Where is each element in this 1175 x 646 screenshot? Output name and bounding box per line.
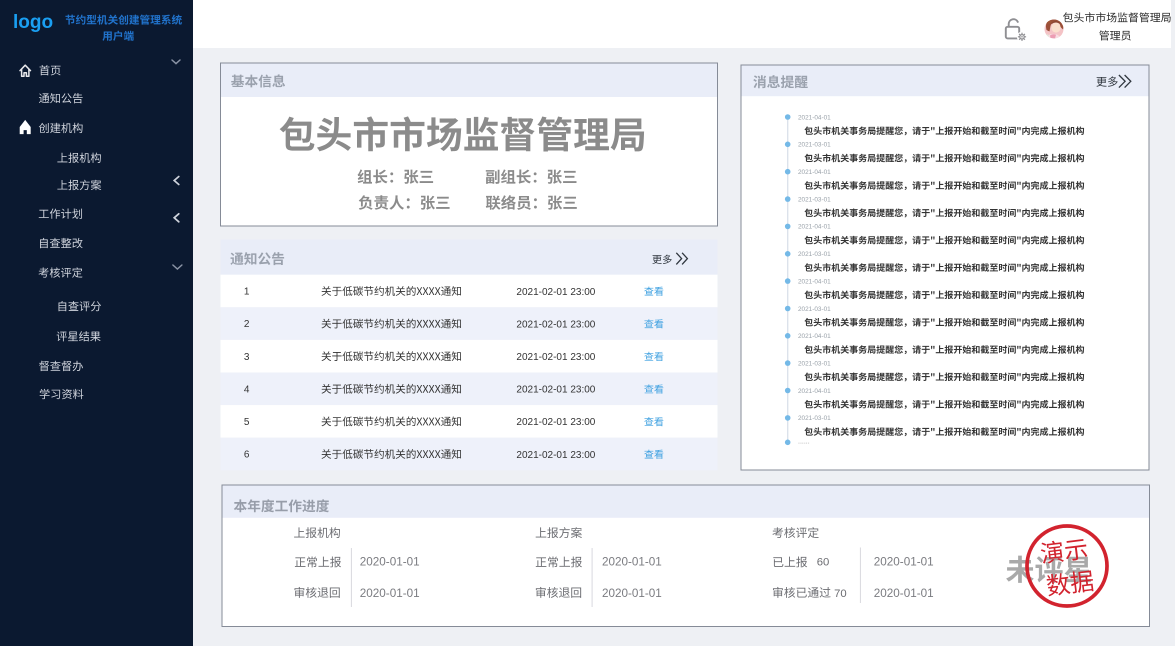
- svg-text:2021-03-01: 2021-03-01: [798, 306, 831, 313]
- svg-text:2021-04-01: 2021-04-01: [798, 333, 831, 340]
- svg-text:5: 5: [244, 417, 250, 428]
- svg-text:2020-01-01: 2020-01-01: [602, 556, 662, 569]
- svg-text:2020-01-01: 2020-01-01: [874, 587, 934, 600]
- svg-text:2021-04-01: 2021-04-01: [798, 388, 831, 395]
- svg-text:60: 60: [817, 557, 830, 569]
- svg-text:......: ......: [798, 439, 810, 446]
- svg-text:4: 4: [244, 384, 250, 395]
- svg-text:2020-01-01: 2020-01-01: [874, 556, 934, 569]
- svg-text:3: 3: [244, 352, 250, 363]
- svg-text:2021-03-01: 2021-03-01: [798, 142, 831, 149]
- svg-text:2020-01-01: 2020-01-01: [602, 587, 662, 600]
- svg-text:2021-04-01: 2021-04-01: [798, 278, 831, 285]
- svg-text:2: 2: [244, 319, 250, 330]
- svg-text:2020-01-01: 2020-01-01: [360, 587, 420, 600]
- svg-text:2021-03-01: 2021-03-01: [798, 251, 831, 258]
- svg-text:2021-03-01: 2021-03-01: [798, 415, 831, 422]
- svg-text:logo: logo: [13, 12, 53, 33]
- svg-text:2021-04-01: 2021-04-01: [798, 169, 831, 176]
- svg-text:70: 70: [834, 588, 847, 600]
- svg-text:2021-03-01: 2021-03-01: [798, 196, 831, 203]
- svg-text:2021-04-01: 2021-04-01: [798, 224, 831, 231]
- svg-text:6: 6: [244, 450, 250, 461]
- svg-text:2020-01-01: 2020-01-01: [360, 556, 420, 569]
- svg-text:1: 1: [244, 287, 250, 298]
- svg-text:2021-03-01: 2021-03-01: [798, 360, 831, 367]
- svg-text:2021-04-01: 2021-04-01: [798, 114, 831, 121]
